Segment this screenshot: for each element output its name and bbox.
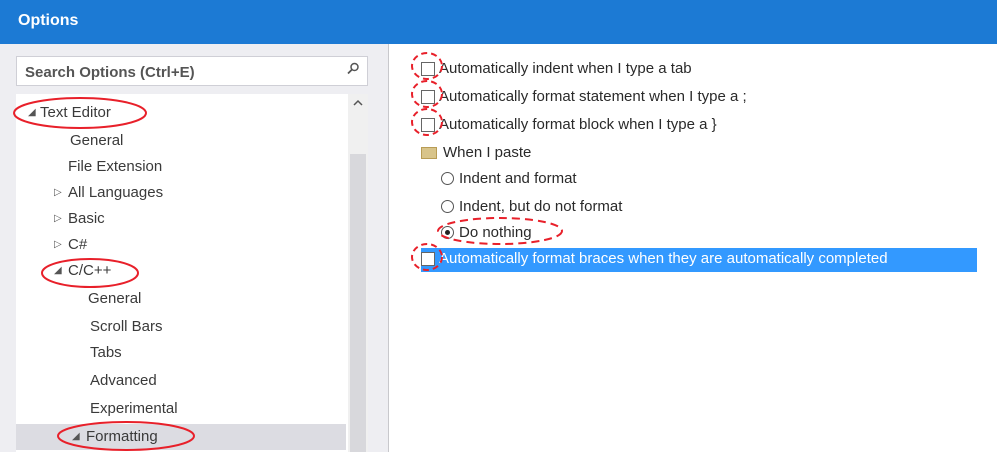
option-label: Automatically indent when I type a tab	[439, 60, 692, 77]
search-placeholder: Search Options (Ctrl+E)	[25, 64, 195, 81]
collapse-arrow-icon[interactable]: ◢	[54, 265, 62, 276]
option-label: Automatically format braces when they ar…	[439, 250, 888, 267]
collapse-arrow-icon[interactable]: ◢	[72, 431, 80, 442]
scroll-up-arrow-icon[interactable]	[351, 96, 365, 110]
radio-button[interactable]	[441, 200, 454, 213]
expand-arrow-icon[interactable]: ▷	[54, 187, 62, 198]
option-label: Automatically format block when I type a…	[439, 116, 717, 133]
folder-icon	[421, 147, 437, 159]
tree-item-label: Experimental	[90, 400, 178, 417]
tree-item-label: Text Editor	[40, 104, 111, 121]
tree-item-label: Scroll Bars	[90, 318, 163, 335]
group-label: When I paste	[443, 144, 532, 161]
tree-item-label: Basic	[68, 210, 105, 227]
tree-item-label: C#	[68, 236, 88, 253]
tree-item-label: File Extension	[68, 158, 163, 175]
option-label: Indent, but do not format	[459, 198, 623, 215]
tree-item-csharp[interactable]: ▷ C#	[16, 232, 346, 258]
tree-scrollbar[interactable]	[348, 94, 368, 452]
tree-item-cpp-general[interactable]: General	[16, 286, 346, 312]
tree-item-experimental[interactable]: Experimental	[16, 396, 346, 422]
tree-item-formatting[interactable]: ◢ Formatting	[16, 424, 346, 450]
radio-button[interactable]	[441, 172, 454, 185]
tree-item-label: Tabs	[90, 344, 122, 361]
search-input[interactable]: Search Options (Ctrl+E)	[16, 56, 368, 86]
tree-item-file-extension[interactable]: File Extension	[16, 154, 346, 180]
tree-item-advanced[interactable]: Advanced	[16, 368, 346, 394]
window-title: Options	[18, 12, 79, 29]
tree-item-text-editor[interactable]: ◢ Text Editor	[16, 100, 346, 126]
scrollbar-thumb[interactable]	[350, 154, 366, 452]
tree-item-all-languages[interactable]: ▷ All Languages	[16, 180, 346, 206]
indent-tab-checkbox[interactable]	[421, 62, 435, 76]
format-block-checkbox[interactable]	[421, 118, 435, 132]
options-panel: Automatically indent when I type a tab A…	[388, 44, 997, 452]
format-braces-checkbox[interactable]	[421, 252, 435, 266]
format-braces-option[interactable]: Automatically format braces when they ar…	[421, 248, 977, 272]
collapse-arrow-icon[interactable]: ◢	[28, 107, 36, 118]
format-statement-checkbox[interactable]	[421, 90, 435, 104]
title-bar: Options	[0, 0, 997, 44]
tree-item-label: Formatting	[86, 428, 158, 445]
tree-item-label: C/C++	[68, 262, 112, 279]
options-tree: ◢ Text Editor General File Extension ▷ A…	[16, 94, 368, 452]
tree-item-label: Advanced	[90, 372, 157, 389]
tree-item-c-cpp[interactable]: ◢ C/C++	[16, 258, 346, 284]
expand-arrow-icon[interactable]: ▷	[54, 213, 62, 224]
tree-item-tabs[interactable]: Tabs	[16, 340, 346, 366]
tree-item-basic[interactable]: ▷ Basic	[16, 206, 346, 232]
tree-item-label: All Languages	[68, 184, 164, 201]
tree-item-scroll-bars[interactable]: Scroll Bars	[16, 314, 346, 340]
tree-item-general[interactable]: General	[16, 128, 346, 154]
expand-arrow-icon[interactable]: ▷	[54, 239, 62, 250]
option-label: Indent and format	[459, 170, 577, 187]
left-pane: Search Options (Ctrl+E) ◢ Text Editor Ge…	[0, 44, 382, 452]
search-icon[interactable]	[345, 61, 361, 77]
option-label: Automatically format statement when I ty…	[439, 88, 747, 105]
tree-item-label: General	[70, 132, 124, 149]
tree-item-label: General	[88, 290, 142, 307]
radio-button-selected[interactable]	[441, 226, 454, 239]
option-label: Do nothing	[459, 224, 532, 241]
